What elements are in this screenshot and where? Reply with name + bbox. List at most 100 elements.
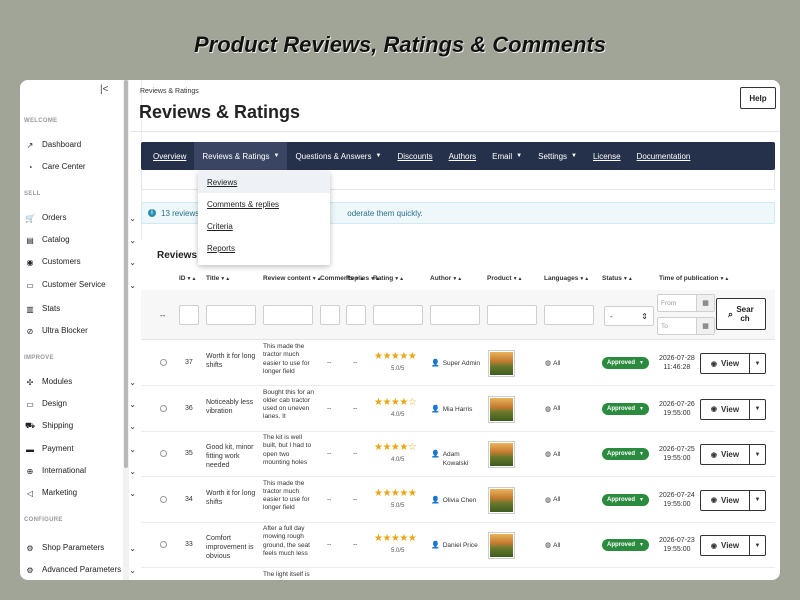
sidebar-item-orders[interactable]: 🛒 Orders ⌄ [24,210,136,226]
calendar-icon[interactable]: ▦ [696,295,714,311]
sidebar-item-shop-parameters[interactable]: ⚙ Shop Parameters ⌄ [24,540,136,556]
filter-content-input[interactable] [263,305,313,325]
status-badge[interactable]: Approved ▼ [602,539,649,551]
column-header-status[interactable]: Status▼▲ [602,275,633,282]
column-header-review-content[interactable]: Review content▼▲ [263,275,322,282]
tab-license[interactable]: License [585,142,629,170]
sidebar-item-advanced-parameters[interactable]: ⚙ Advanced Parameters ⌄ [24,562,136,578]
sidebar-item-ultra-blocker[interactable]: ⊘ Ultra Blocker [24,323,136,339]
more-actions-button[interactable]: ▼ [749,354,765,373]
truck-icon: ⛟ [24,421,36,430]
dropdown-item-criteria[interactable]: Criteria [198,215,330,237]
more-actions-button[interactable]: ▼ [749,490,765,510]
sidebar-item-customers[interactable]: ◉ Customers ⌄ [24,254,137,270]
author-name[interactable]: Olivia Chen [443,496,483,505]
filter-rating-input[interactable] [373,305,423,325]
status-badge[interactable]: Approved ▼ [602,402,649,415]
more-actions-button[interactable]: ▼ [749,399,765,419]
column-header-id[interactable]: ID▼▲ [179,275,196,282]
author-name[interactable]: Mia Harris [443,405,483,414]
status-label: Approved [607,405,636,412]
column-header-title[interactable]: Title▼▲ [206,275,230,282]
row-checkbox[interactable] [160,404,167,412]
tab-email[interactable]: Email ▼ [484,142,530,170]
author-name[interactable]: Daniel Price [443,541,483,550]
filter-comments-input[interactable] [320,305,340,325]
product-thumbnail[interactable] [488,350,515,377]
sidebar-item-modules[interactable]: ✣ Modules ⌄ [24,374,136,390]
sidebar-item-catalog[interactable]: ▤ Catalog ⌄ [24,232,136,248]
help-button[interactable]: Help [740,87,776,109]
sort-icon[interactable]: ▼▲ [623,276,633,282]
filter-language-input[interactable] [544,305,594,325]
column-header-rating[interactable]: Rating▼▲ [373,275,404,282]
sidebar-item-stats[interactable]: ▥ Stats [24,301,136,317]
product-thumbnail[interactable] [488,395,515,423]
sidebar-item-dashboard[interactable]: ↗ Dashboard [24,137,136,153]
card-icon: ▬ [26,444,34,454]
sidebar-item-international[interactable]: ⊕ International ⌄ [24,463,136,479]
dropdown-item-reports[interactable]: Reports [198,237,330,259]
filter-status-select[interactable]: - ⇕ [604,306,654,326]
filter-date-from[interactable]: From ▦ [657,294,715,312]
sort-icon[interactable]: ▼▲ [187,276,197,282]
dropdown-item-reviews[interactable]: Reviews [198,171,330,193]
tab-discounts[interactable]: Discounts [389,142,440,170]
row-checkbox[interactable] [160,495,167,503]
sidebar-item-payment[interactable]: ▬ Payment ⌄ [24,441,136,457]
sort-icon[interactable]: ▼▲ [579,276,589,282]
filter-id-input[interactable] [179,305,199,325]
scrollbar-thumb[interactable] [124,80,128,468]
tab-documentation[interactable]: Documentation [629,142,699,170]
view-button[interactable]: ◉ View [701,445,749,464]
sidebar-item-shipping[interactable]: ⛟ Shipping ⌄ [24,418,136,434]
tab-authors[interactable]: Authors [441,142,485,170]
tab-overview[interactable]: Overview [145,142,194,170]
view-button[interactable]: ◉ View [701,354,749,373]
sort-icon[interactable]: ▼▲ [452,276,462,282]
product-thumbnail[interactable] [488,441,515,468]
search-button[interactable]: ⌕ Sear ch [716,298,766,330]
sort-icon[interactable]: ▼▲ [394,276,404,282]
view-button[interactable]: ◉ View [701,400,749,419]
status-badge[interactable]: Approved ▼ [602,357,649,369]
column-header-product[interactable]: Product▼▲ [487,275,522,282]
sort-icon[interactable]: ▼▲ [719,276,729,282]
status-badge[interactable]: Approved ▼ [602,448,649,460]
author-name[interactable]: Super Admin [443,359,483,368]
filter-date-to[interactable]: To ▦ [657,317,715,335]
dropdown-item-comments-replies[interactable]: Comments & replies [198,193,330,215]
row-checkbox[interactable] [160,541,167,548]
tab-settings[interactable]: Settings ▼ [530,142,585,170]
sidebar-scrollbar[interactable] [123,80,129,580]
filter-product-input[interactable] [487,305,537,325]
sidebar-item-care-center[interactable]: ◔ Care Center [24,159,136,175]
status-badge[interactable]: Approved ▼ [602,493,649,506]
view-button[interactable]: ◉ View [701,536,749,555]
sidebar-item-design[interactable]: ▭ Design ⌄ [24,396,136,412]
more-actions-button[interactable]: ▼ [749,536,765,555]
filter-title-input[interactable] [206,305,256,325]
sidebar-item-customer-service[interactable]: ▭ Customer Service ⌄ [24,277,136,293]
star-rating-icons: ★★★★☆ [374,396,417,408]
product-thumbnail[interactable] [488,532,515,559]
more-actions-button[interactable]: ▼ [749,445,765,464]
row-checkbox[interactable] [160,359,167,366]
column-header-author[interactable]: Author▼▲ [430,275,462,282]
tab-reviews-ratings[interactable]: Reviews & Ratings ▼ [194,142,288,170]
row-checkbox[interactable] [160,450,167,457]
sort-icon[interactable]: ▼▲ [220,276,230,282]
sidebar-item-marketing[interactable]: ◁ Marketing ⌄ [24,485,136,501]
tab-questions-answers[interactable]: Questions & Answers ▼ [287,142,389,170]
column-header-languages[interactable]: Languages▼▲ [544,275,589,282]
filter-author-input[interactable] [430,305,480,325]
breadcrumb[interactable]: Reviews & Ratings [140,88,199,95]
collapse-icon[interactable]: |< [100,84,108,95]
view-button[interactable]: ◉ View [701,491,749,510]
author-name[interactable]: Adam Kowalski [443,450,483,468]
column-header-time-of-publication[interactable]: Time of publication▼▲ [659,275,729,282]
calendar-icon[interactable]: ▦ [696,318,714,334]
sort-icon[interactable]: ▼▲ [513,276,523,282]
product-thumbnail[interactable] [488,486,515,514]
filter-replies-input[interactable] [346,305,366,325]
